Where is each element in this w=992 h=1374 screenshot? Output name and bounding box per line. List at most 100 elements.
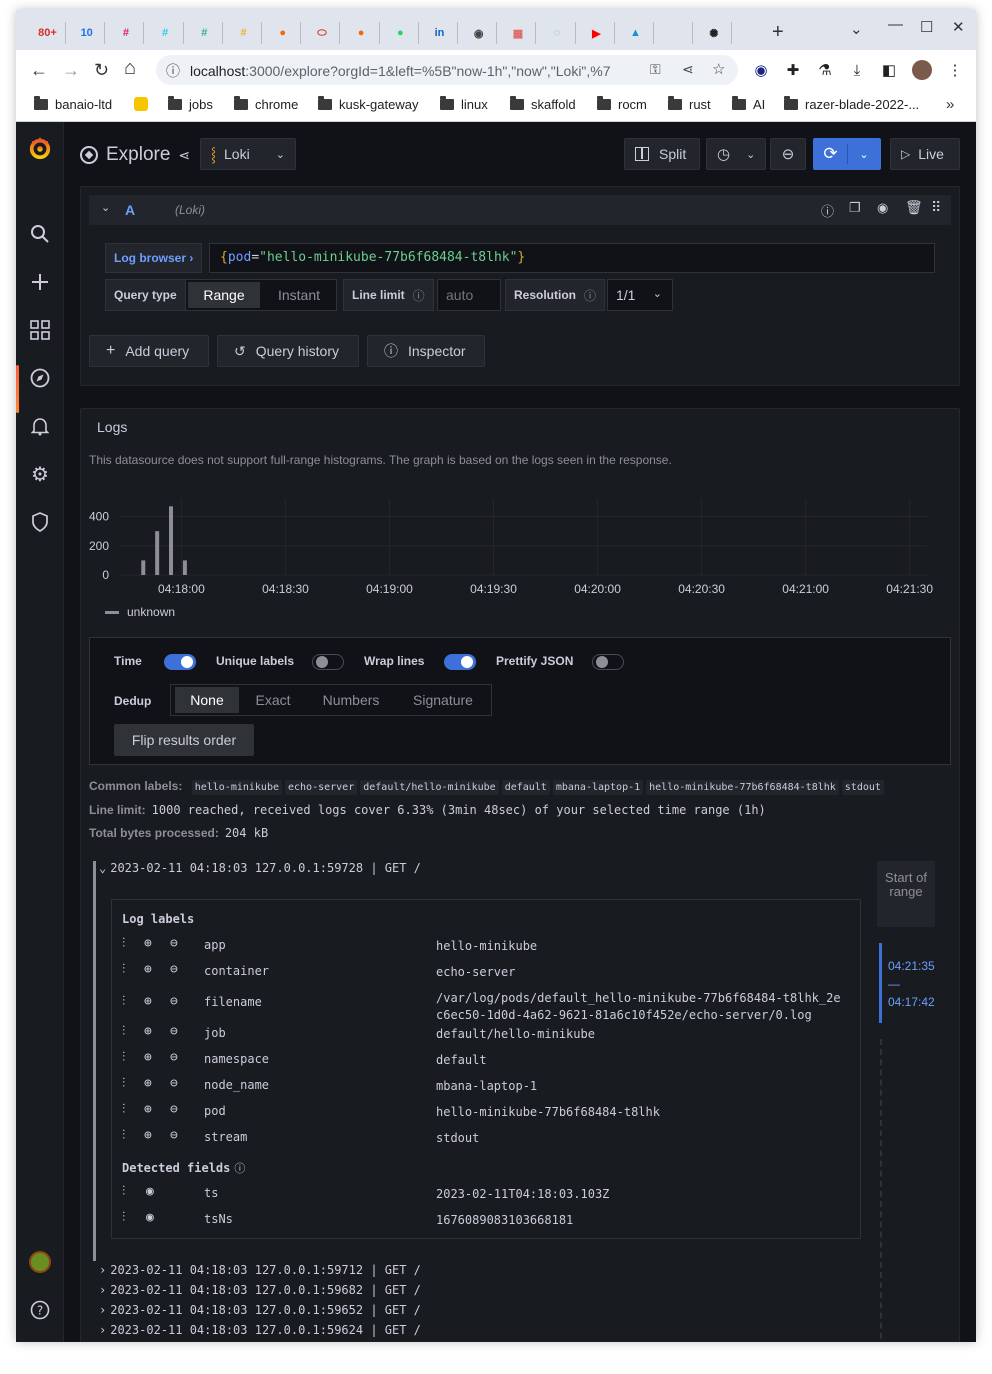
maximize-icon[interactable]: ☐ bbox=[920, 18, 933, 36]
query-ref-id[interactable]: A bbox=[125, 202, 135, 218]
datasource-picker[interactable]: ⸾ Loki ⌄ bbox=[200, 138, 296, 170]
bookmark-item[interactable]: chrome bbox=[234, 96, 298, 112]
grafana-icon[interactable]: ● bbox=[265, 22, 302, 44]
delete-query-icon[interactable]: 🗑 bbox=[905, 199, 923, 216]
bookmark-item[interactable]: linux bbox=[440, 96, 488, 112]
key-icon[interactable]: ⚿ bbox=[650, 61, 661, 78]
zoom-out-icon[interactable]: ⊖ bbox=[170, 1050, 178, 1065]
flip-results-order-button[interactable]: Flip results order bbox=[114, 724, 254, 756]
shield-icon[interactable] bbox=[28, 510, 52, 534]
log-row[interactable]: › 2023-02-11 04:18:03 127.0.0.1:59652 | G… bbox=[99, 1303, 421, 1317]
zoom-in-icon[interactable]: ⊕ bbox=[144, 1076, 152, 1091]
wrap-lines-toggle[interactable] bbox=[444, 654, 476, 670]
gmail-icon[interactable]: 80+ bbox=[30, 22, 66, 44]
log-row[interactable]: › 2023-02-11 04:18:03 127.0.0.1:59624 | G… bbox=[99, 1323, 421, 1337]
zoom-in-icon[interactable]: ⊕ bbox=[144, 1128, 152, 1143]
profile-avatar[interactable] bbox=[912, 60, 932, 80]
expand-chevron-icon[interactable]: › bbox=[99, 1283, 106, 1297]
arch-icon[interactable]: ▲ bbox=[618, 22, 654, 44]
query-history-button[interactable]: ↺ Query history bbox=[217, 335, 359, 367]
dedup-none[interactable]: None bbox=[175, 687, 239, 713]
extension-badge-icon[interactable]: ◉ bbox=[752, 62, 770, 80]
hide-query-eye-icon[interactable]: ◉ bbox=[877, 200, 888, 216]
oval-icon[interactable]: ⬭ bbox=[304, 22, 341, 44]
chevron-down-icon[interactable]: ⌄ bbox=[848, 148, 880, 161]
zoom-out-button[interactable]: ⊖ bbox=[770, 138, 806, 170]
stats-icon[interactable]: ⫶ bbox=[122, 1024, 125, 1039]
duplicate-query-icon[interactable]: ❐ bbox=[849, 200, 861, 216]
plus-icon[interactable] bbox=[28, 270, 52, 294]
grafana-icon[interactable]: ● bbox=[344, 22, 380, 44]
zoom-in-icon[interactable]: ⊕ bbox=[144, 1050, 152, 1065]
whatsapp-icon[interactable]: ● bbox=[383, 22, 419, 44]
log-row[interactable]: › 2023-02-11 04:18:03 127.0.0.1:59712 | G… bbox=[99, 1263, 421, 1277]
user-avatar-icon[interactable] bbox=[28, 1250, 52, 1274]
circle-icon[interactable]: ◌ bbox=[540, 22, 576, 44]
stats-icon[interactable]: ⫶ bbox=[122, 962, 125, 977]
close-window-icon[interactable]: ✕ bbox=[952, 18, 965, 36]
legend-item-unknown[interactable]: unknown bbox=[105, 605, 175, 619]
zoom-out-icon[interactable]: ⊖ bbox=[170, 1076, 178, 1091]
zoom-in-icon[interactable]: ⊕ bbox=[144, 962, 152, 977]
log-row[interactable]: › 2023-02-11 04:18:03 127.0.0.1:59682 | G… bbox=[99, 1283, 421, 1297]
stats-icon[interactable]: ⫶ bbox=[122, 1210, 125, 1225]
chrome-icon[interactable]: ◉ bbox=[461, 22, 498, 44]
prettify-json-toggle[interactable] bbox=[592, 654, 624, 670]
info-icon[interactable]: ⓘ bbox=[413, 287, 425, 304]
bookmark-item[interactable]: banaio-ltd bbox=[34, 96, 112, 112]
stats-icon[interactable]: ⫶ bbox=[122, 1184, 125, 1199]
address-bar[interactable]: ⓘ localhost:3000/explore?orgId=1&left=%5… bbox=[156, 55, 738, 85]
add-query-button[interactable]: + Add query bbox=[89, 335, 209, 367]
zoom-in-icon[interactable]: ⊕ bbox=[144, 994, 152, 1009]
bookmark-item[interactable]: rust bbox=[668, 96, 711, 112]
search-icon[interactable] bbox=[28, 222, 52, 246]
zoom-out-icon[interactable]: ⊖ bbox=[170, 994, 178, 1009]
youtube-icon[interactable]: ▶ bbox=[579, 22, 615, 44]
collapse-chevron-icon[interactable]: ⌄ bbox=[99, 861, 106, 875]
log-row-expanded[interactable]: ⌄ 2023-02-11 04:18:03 127.0.0.1:59728 | G… bbox=[99, 861, 421, 875]
unique-labels-toggle[interactable] bbox=[312, 654, 344, 670]
bookmark-star-icon[interactable]: ☆ bbox=[712, 60, 725, 78]
dedup-exact[interactable]: Exact bbox=[243, 687, 303, 713]
query-type-range[interactable]: Range bbox=[188, 282, 260, 308]
new-tab-button[interactable]: + bbox=[772, 21, 784, 44]
expand-chevron-icon[interactable]: › bbox=[99, 1303, 106, 1317]
live-button[interactable]: ▷ Live bbox=[890, 138, 960, 170]
zoom-out-icon[interactable]: ⊖ bbox=[170, 962, 178, 977]
zoom-in-icon[interactable]: ⊕ bbox=[144, 936, 152, 951]
bookmark-item[interactable]: jobs bbox=[168, 96, 213, 112]
more-bookmarks-icon[interactable]: » bbox=[946, 96, 954, 113]
forward-icon[interactable]: → bbox=[62, 60, 80, 81]
side-panel-icon[interactable]: ◧ bbox=[880, 62, 898, 80]
linkedin-icon[interactable]: in bbox=[422, 22, 458, 44]
home-icon[interactable]: ⌂ bbox=[124, 57, 136, 80]
explore-compass-icon[interactable] bbox=[28, 366, 52, 390]
query-expression-input[interactable]: {pod="hello-minikube-77b6f68484-t8lhk"} bbox=[209, 243, 935, 273]
zoom-out-icon[interactable]: ⊖ bbox=[170, 936, 178, 951]
slack-icon[interactable]: # bbox=[148, 22, 184, 44]
stats-icon[interactable]: ⫶ bbox=[122, 1102, 125, 1117]
stats-icon[interactable]: ⫶ bbox=[122, 936, 125, 951]
calendar-icon[interactable]: 10 bbox=[69, 22, 106, 44]
tab-search-icon[interactable]: ⌄ bbox=[850, 20, 863, 38]
minimize-icon[interactable]: — bbox=[888, 16, 903, 33]
line-limit-input[interactable] bbox=[437, 279, 501, 311]
inspector-button[interactable]: ⓘ Inspector bbox=[367, 335, 485, 367]
menu-kebab-icon[interactable]: ⋮ bbox=[946, 62, 964, 80]
stats-icon[interactable]: ⫶ bbox=[122, 1128, 125, 1143]
dedup-signature[interactable]: Signature bbox=[395, 687, 491, 713]
collapse-chevron-icon[interactable]: ⌄ bbox=[101, 201, 110, 214]
openai-icon[interactable]: ✺ bbox=[696, 22, 733, 44]
query-type-instant[interactable]: Instant bbox=[262, 282, 336, 308]
resolution-select[interactable]: 1/1 ⌄ bbox=[607, 279, 673, 311]
run-query-button[interactable]: ⟳ ⌄ bbox=[813, 138, 881, 170]
time-toggle[interactable] bbox=[164, 654, 196, 670]
time-picker-button[interactable]: ◷ ⌄ bbox=[706, 138, 766, 170]
expand-chevron-icon[interactable]: › bbox=[99, 1323, 106, 1337]
eye-icon[interactable]: ◉ bbox=[146, 1184, 154, 1199]
slack-icon[interactable]: # bbox=[226, 22, 262, 44]
zoom-out-icon[interactable]: ⊖ bbox=[170, 1102, 178, 1117]
split-button[interactable]: Split bbox=[624, 138, 700, 170]
zoom-in-icon[interactable]: ⊕ bbox=[144, 1102, 152, 1117]
info-icon[interactable]: ⓘ bbox=[584, 287, 596, 304]
